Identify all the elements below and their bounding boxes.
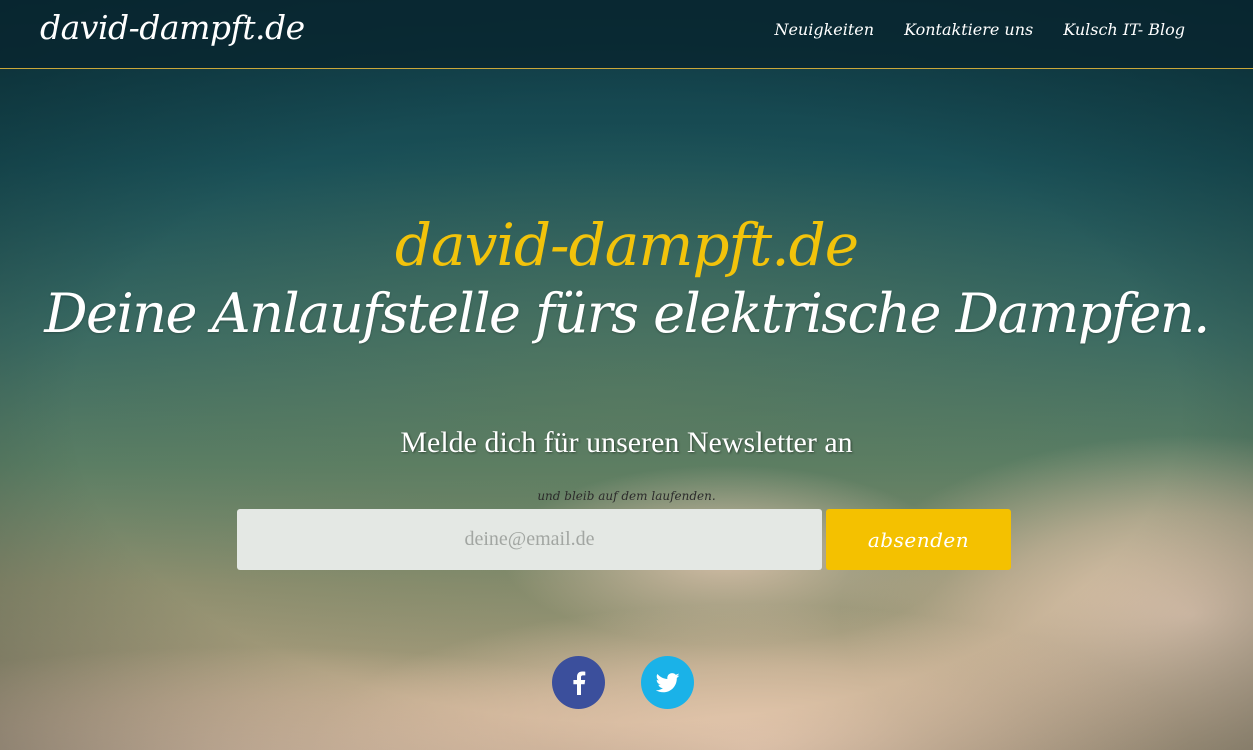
newsletter-heading: Melde dich für unseren Newsletter an — [400, 426, 853, 459]
newsletter-subheading: und bleib auf dem laufenden. — [537, 489, 716, 503]
facebook-icon — [572, 671, 585, 695]
twitter-button[interactable] — [641, 656, 694, 709]
email-input[interactable] — [237, 509, 822, 570]
navbar: david-dampft.de Neuigkeiten Kontaktiere … — [0, 0, 1253, 69]
nav-link-blog[interactable]: Kulsch IT- Blog — [1063, 20, 1185, 39]
brand-link[interactable]: david-dampft.de — [40, 8, 305, 47]
twitter-icon — [655, 672, 679, 692]
hero-brand-title: david-dampft.de — [394, 211, 859, 279]
nav-links: Neuigkeiten Kontaktiere uns Kulsch IT- B… — [774, 20, 1185, 39]
submit-button[interactable]: absenden — [826, 509, 1011, 570]
hero-tagline: Deine Anlaufstelle fürs elektrische Damp… — [44, 282, 1210, 345]
facebook-button[interactable] — [552, 656, 605, 709]
nav-link-neuigkeiten[interactable]: Neuigkeiten — [774, 20, 874, 39]
nav-link-kontakt[interactable]: Kontaktiere uns — [904, 20, 1033, 39]
background-vignette — [0, 0, 1253, 750]
